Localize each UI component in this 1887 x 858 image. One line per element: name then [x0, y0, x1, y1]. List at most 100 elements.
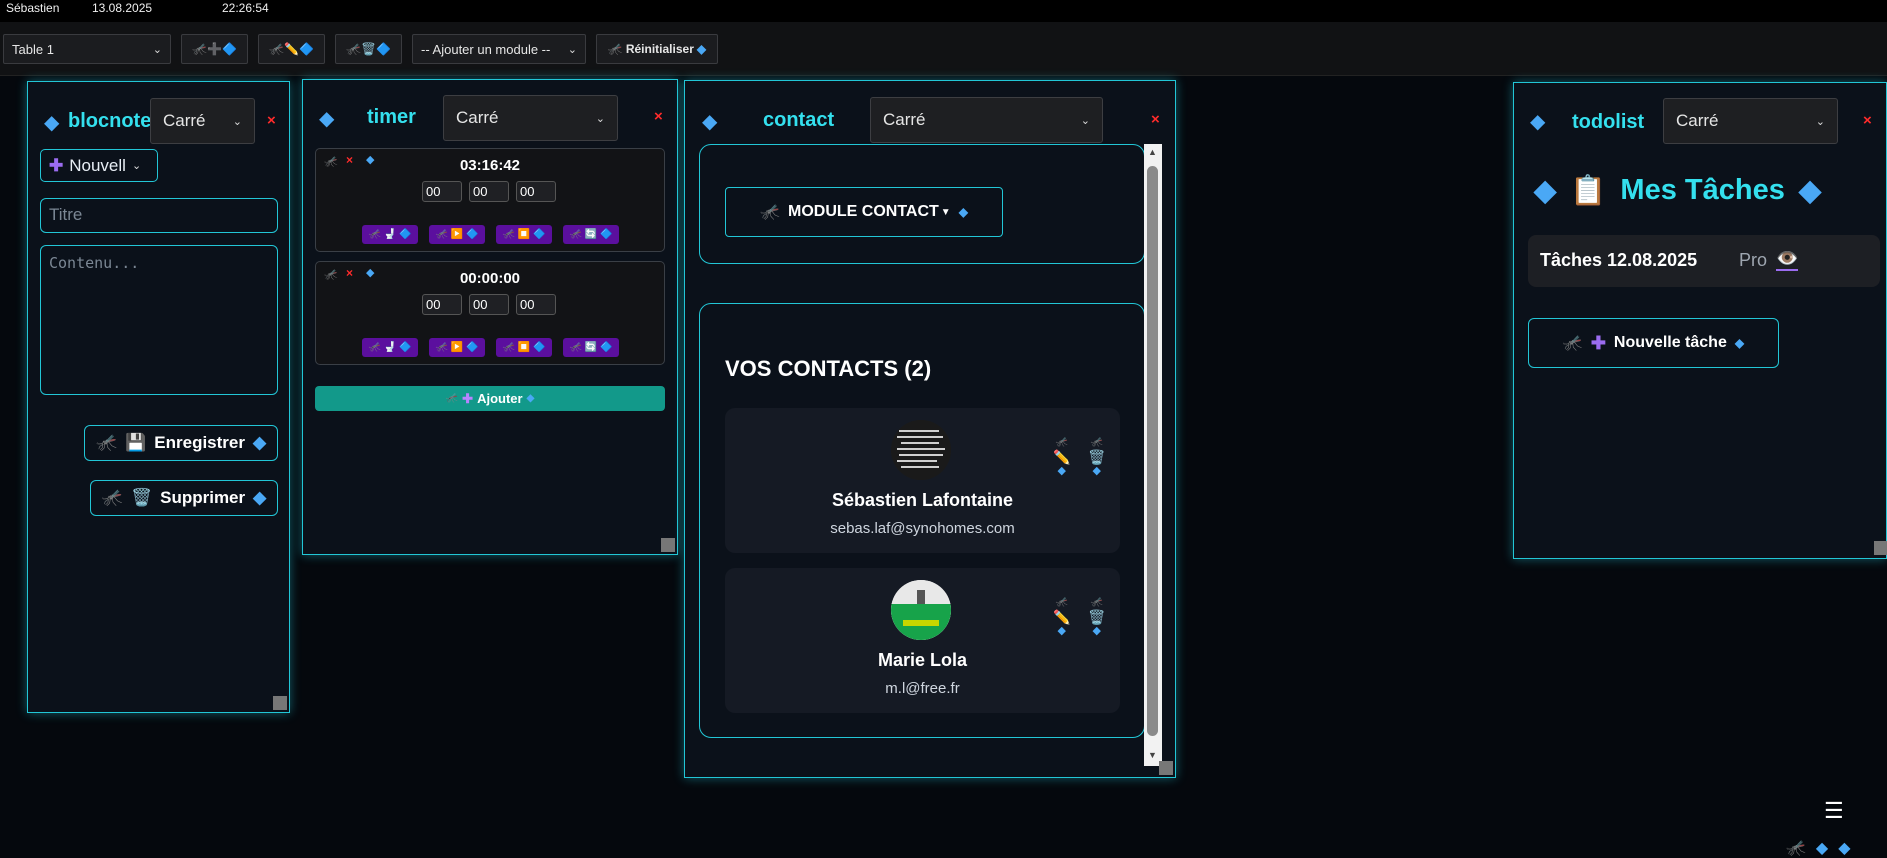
contact-email: m.l@free.fr [885, 680, 960, 697]
contact-title: contact [763, 109, 835, 131]
avatar [891, 420, 951, 480]
resize-handle[interactable] [1159, 761, 1173, 775]
timer-start-button[interactable]: 🦟 ▶️ 🔷 [429, 338, 485, 357]
blocnote-shape-select[interactable]: Carré ⌄ [150, 98, 255, 144]
hamburger-menu-icon[interactable]: ☰ [1824, 798, 1844, 824]
contacts-list-title: VOS CONTACTS (2) [725, 356, 932, 381]
timer-reset-button[interactable]: 🦟 🚽 🔷 [362, 225, 418, 244]
tools-icon[interactable]: 🛠️ [1877, 1, 1887, 21]
resize-handle[interactable] [661, 538, 675, 552]
timer-title: timer [367, 106, 416, 128]
diamond-icon: ◆ [252, 433, 267, 452]
timer-start-button[interactable]: 🦟 ▶️ 🔷 [429, 225, 485, 244]
diamond-icon: ◆ [1534, 175, 1557, 207]
contact-email: sebas.laf@synohomes.com [830, 520, 1015, 537]
blocnote-panel: ◆ blocnote Carré ⌄ × ✚ Nouvell ⌄ Titre Co… [27, 81, 290, 713]
avatar-image [891, 580, 951, 640]
user-name: Sébastien [6, 1, 60, 15]
avatar-image [891, 420, 951, 480]
todolist-close-button[interactable]: × [1863, 112, 1872, 129]
contact-card[interactable]: 🦟 ✏️ ◆ 🦟 🗑️ ◆ Sébastien Lafontaine sebas… [725, 408, 1120, 553]
note-content-textarea[interactable]: Contenu... [40, 245, 278, 395]
day-tasks-row[interactable]: Tâches 12.08.2025 Pro 👁️ [1528, 235, 1880, 287]
table-select-value: Table 1 [12, 41, 54, 57]
timer-stop-button[interactable]: 🦟 ⏹️ 🔷 [496, 338, 552, 357]
shape-value: Carré [1676, 111, 1719, 130]
delete-contact-button[interactable]: 🦟 🗑️ ◆ [1088, 596, 1105, 638]
timer-restart-button[interactable]: 🦟 🔄 🔷 [563, 338, 619, 357]
plus-icon: ✚ [462, 390, 474, 406]
delete-button[interactable]: 🦟 🗑️ Supprimer ◆ [90, 480, 278, 516]
add-module-select-value: -- Ajouter un module -- [421, 41, 551, 57]
module-contact-menu-button[interactable]: 🦟 MODULE CONTACT ▼ ◆ [725, 187, 1003, 237]
eye-icon[interactable]: 👁️ [1776, 248, 1799, 271]
minutes-input[interactable]: 00 [469, 181, 509, 202]
resize-handle[interactable] [1874, 541, 1887, 555]
todolist-shape-select[interactable]: Carré ⌄ [1663, 98, 1838, 144]
mosquito-icon: 🦟 [1786, 840, 1806, 857]
edit-contact-button[interactable]: 🦟 ✏️ ◆ [1053, 436, 1070, 478]
contact-card[interactable]: 🦟 ✏️ ◆ 🦟 🗑️ ◆ Marie Lola m.l@free.fr [725, 568, 1120, 713]
timer-panel: ◆ timer Carré ⌄ × 🦟 × ◆ 03:16:42 00 00 00… [302, 79, 678, 555]
blocnote-title: blocnote [68, 110, 152, 132]
new-task-button[interactable]: 🦟 ✚ Nouvelle tâche ◆ [1528, 318, 1779, 368]
shape-value: Carré [163, 111, 206, 130]
resize-handle[interactable] [273, 696, 287, 710]
timer-reset-button[interactable]: 🦟 🚽 🔷 [362, 338, 418, 357]
toolbar: Table 1 ⌄ 🦟➕🔷 🦟✏️🔷 🦟🗑️🔷 -- Ajouter un mo… [0, 22, 1887, 76]
diamond-icon: ◆ [1798, 175, 1822, 207]
chevron-down-icon: ⌄ [1080, 114, 1090, 127]
timer-stop-button[interactable]: 🦟 ⏹️ 🔷 [496, 225, 552, 244]
save-button[interactable]: 🦟 💾 Enregistrer ◆ [84, 425, 278, 461]
reset-button[interactable]: 🦟 Réinitialiser ◆ [596, 34, 718, 64]
chevron-down-icon: ⌄ [152, 43, 162, 56]
timer-display: 00:00:00 [459, 270, 521, 287]
minutes-input[interactable]: 00 [469, 294, 509, 315]
todolist-title: todolist [1572, 111, 1645, 133]
add-timer-button[interactable]: 🦟 ✚ Ajouter ◆ [315, 386, 665, 411]
scrollbar[interactable]: ▲ ▼ [1144, 144, 1162, 766]
chevron-down-icon: ⌄ [131, 160, 142, 172]
contacts-list-section: VOS CONTACTS (2) 🦟 ✏️ ◆ 🦟 🗑️ ◆ Sébastien… [699, 303, 1145, 738]
delete-contact-button[interactable]: 🦟 🗑️ ◆ [1088, 436, 1105, 478]
timer-restart-button[interactable]: 🦟 🔄 🔷 [563, 225, 619, 244]
diamond-icon: ◆ [1838, 840, 1851, 857]
pencil-icon: ✏️ [1053, 609, 1071, 625]
chevron-down-icon: ⌄ [567, 43, 577, 56]
hours-input[interactable]: 00 [422, 181, 462, 202]
avatar [891, 580, 951, 640]
contact-shape-select[interactable]: Carré ⌄ [870, 97, 1103, 143]
add-module-select[interactable]: -- Ajouter un module -- ⌄ [412, 34, 586, 64]
delete-table-icons: 🦟🗑️🔷 [346, 42, 391, 56]
day-tasks-label: Tâches 12.08.2025 [1540, 250, 1698, 270]
diamond-icon: ◆ [1530, 111, 1546, 133]
contact-close-button[interactable]: × [1151, 111, 1160, 128]
table-select[interactable]: Table 1 ⌄ [3, 34, 171, 64]
tasks-heading-label: Mes Tâches [1620, 174, 1785, 206]
new-note-select[interactable]: ✚ Nouvell ⌄ [40, 149, 158, 182]
current-date: 13.08.2025 [92, 1, 153, 15]
diamond-icon: ◆ [1092, 465, 1101, 477]
scrollbar-thumb[interactable] [1147, 166, 1158, 736]
blocnote-close-button[interactable]: × [267, 112, 276, 129]
seconds-input[interactable]: 00 [516, 181, 556, 202]
note-title-input[interactable]: Titre [40, 198, 278, 233]
floppy-icon: 💾 [125, 433, 147, 452]
scroll-down-icon[interactable]: ▼ [1148, 750, 1157, 760]
edit-contact-button[interactable]: 🦟 ✏️ ◆ [1053, 596, 1070, 638]
category-label: Pro [1739, 250, 1768, 270]
timer-card: 🦟 × ◆ 00:00:00 00 00 00 🦟 🚽 🔷 🦟 ▶️ 🔷 🦟 ⏹… [315, 261, 665, 365]
timer-shape-select[interactable]: Carré ⌄ [443, 95, 618, 141]
delete-table-button[interactable]: 🦟🗑️🔷 [335, 34, 402, 64]
hours-input[interactable]: 00 [422, 294, 462, 315]
diamond-icon: ◆ [1734, 336, 1745, 350]
add-table-button[interactable]: 🦟➕🔷 [181, 34, 248, 64]
current-time: 22:26:54 [222, 1, 269, 15]
timer-close-button[interactable]: × [654, 108, 663, 125]
seconds-input[interactable]: 00 [516, 294, 556, 315]
floating-controls[interactable]: 🦟 ◆ ◆ [1786, 838, 1851, 858]
mosquito-icon: 🦟 [95, 433, 118, 452]
rename-table-button[interactable]: 🦟✏️🔷 [258, 34, 325, 64]
scroll-up-icon[interactable]: ▲ [1148, 147, 1157, 157]
tasks-heading: ◆ 📋 Mes Tâches ◆ [1534, 173, 1821, 208]
